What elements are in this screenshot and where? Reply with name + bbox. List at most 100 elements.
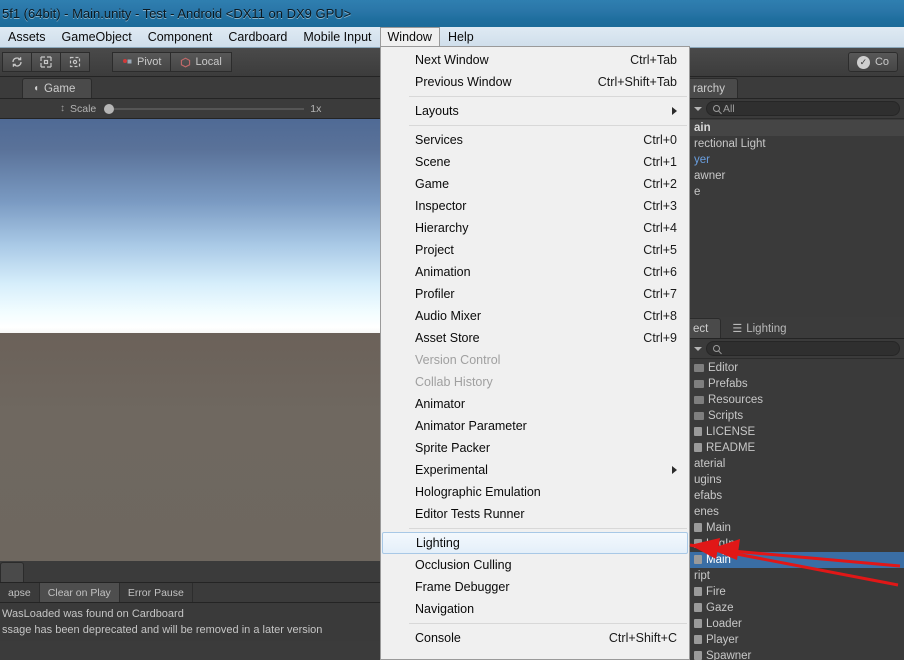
menu-item-label: Sprite Packer xyxy=(415,441,491,455)
menu-item-previous-window[interactable]: Previous Window Ctrl+Shift+Tab xyxy=(381,71,689,93)
menu-assets[interactable]: Assets xyxy=(0,27,54,47)
menu-item-inspector[interactable]: Inspector Ctrl+3 xyxy=(381,195,689,217)
menu-item-project[interactable]: Project Ctrl+5 xyxy=(381,239,689,261)
menu-item-label: Next Window xyxy=(415,53,489,67)
hierarchy-panel: rarchy All ain rectional Light yer awner… xyxy=(672,77,904,317)
menu-item-animator[interactable]: Animator xyxy=(381,393,689,415)
project-item-plugins[interactable]: ugins xyxy=(690,472,904,488)
project-item-loader[interactable]: Loader xyxy=(690,616,904,632)
project-item-script[interactable]: ript xyxy=(690,568,904,584)
menu-item-shortcut: Ctrl+Shift+C xyxy=(608,631,677,645)
project-item-scripts[interactable]: Scripts xyxy=(690,408,904,424)
hierarchy-search-input[interactable]: All xyxy=(706,101,900,116)
menu-item-services[interactable]: Services Ctrl+0 xyxy=(381,129,689,151)
menu-item-audio-mixer[interactable]: Audio Mixer Ctrl+8 xyxy=(381,305,689,327)
menu-item-lighting[interactable]: Lighting xyxy=(382,532,688,554)
menu-item-editor-tests-runner[interactable]: Editor Tests Runner xyxy=(381,503,689,525)
scale-slider[interactable] xyxy=(104,103,305,114)
project-item-login[interactable]: LogIn xyxy=(690,536,904,552)
menu-item-console[interactable]: Console Ctrl+Shift+C xyxy=(381,627,689,649)
menu-item-navigation[interactable]: Navigation xyxy=(381,598,689,620)
chevron-right-icon xyxy=(672,107,677,115)
project-tabstrip: ect ☰ Lighting xyxy=(670,317,904,339)
project-item-main-scene[interactable]: Main xyxy=(690,520,904,536)
project-item-material[interactable]: aterial xyxy=(690,456,904,472)
collab-button[interactable]: ✓ Co xyxy=(847,52,898,72)
project-item-license[interactable]: LICENSE xyxy=(690,424,904,440)
project-item-fire[interactable]: Fire xyxy=(690,584,904,600)
menu-item-label: Project xyxy=(415,243,454,257)
tab-game[interactable]: ◖ Game xyxy=(22,78,93,98)
menu-gameobject[interactable]: GameObject xyxy=(54,27,140,47)
tab-console[interactable] xyxy=(0,562,24,582)
project-item-prefabs[interactable]: Prefabs xyxy=(690,376,904,392)
rect-tool-icon[interactable] xyxy=(60,52,90,72)
hierarchy-item-plane[interactable]: e xyxy=(690,184,904,200)
file-icon xyxy=(694,427,702,436)
menu-item-game[interactable]: Game Ctrl+2 xyxy=(381,173,689,195)
menu-item-collab-history: Collab History xyxy=(381,371,689,393)
project-item-scenes[interactable]: enes xyxy=(690,504,904,520)
project-item-prefabs-2[interactable]: efabs xyxy=(690,488,904,504)
scale-slider-knob[interactable] xyxy=(104,103,115,114)
collab-label: Co xyxy=(874,56,889,68)
menu-item-animation[interactable]: Animation Ctrl+6 xyxy=(381,261,689,283)
menu-item-animator-parameter[interactable]: Animator Parameter xyxy=(381,415,689,437)
menu-item-shortcut: Ctrl+0 xyxy=(643,133,677,147)
menu-cardboard[interactable]: Cardboard xyxy=(220,27,295,47)
menu-component[interactable]: Component xyxy=(140,27,221,47)
cube-icon xyxy=(181,57,191,68)
chevron-right-icon xyxy=(672,466,677,474)
project-item-player[interactable]: Player xyxy=(690,632,904,648)
menu-separator xyxy=(409,528,687,529)
menu-item-shortcut: Ctrl+8 xyxy=(643,309,677,323)
menu-item-asset-store[interactable]: Asset Store Ctrl+9 xyxy=(381,327,689,349)
menu-window[interactable]: Window xyxy=(379,27,440,47)
menu-item-label: Experimental xyxy=(415,463,488,477)
hierarchy-item-main[interactable]: ain xyxy=(690,120,904,136)
project-search-input[interactable] xyxy=(706,341,900,356)
check-icon: ✓ xyxy=(856,55,870,69)
menu-mobile-input[interactable]: Mobile Input xyxy=(295,27,379,47)
menu-item-holographic-emulation[interactable]: Holographic Emulation xyxy=(381,481,689,503)
menu-item-label: Profiler xyxy=(415,287,455,301)
pivot-button[interactable]: Pivot xyxy=(112,52,172,72)
local-label: Local xyxy=(195,56,222,68)
menu-item-profiler[interactable]: Profiler Ctrl+7 xyxy=(381,283,689,305)
title-bar: 5f1 (64bit) - Main.unity - Test - Androi… xyxy=(0,0,904,27)
menu-item-hierarchy[interactable]: Hierarchy Ctrl+4 xyxy=(381,217,689,239)
menu-item-layouts[interactable]: Layouts xyxy=(381,100,689,122)
hierarchy-item-directional-light[interactable]: rectional Light xyxy=(690,136,904,152)
project-item-spawner[interactable]: Spawner xyxy=(690,648,904,660)
tab-lighting[interactable]: ☰ Lighting xyxy=(721,318,798,338)
menu-item-experimental[interactable]: Experimental xyxy=(381,459,689,481)
menu-item-occlusion-culling[interactable]: Occlusion Culling xyxy=(381,554,689,576)
collapse-button[interactable]: apse xyxy=(0,583,40,602)
lighting-icon: ☰ xyxy=(732,323,742,335)
menu-help[interactable]: Help xyxy=(440,27,482,47)
project-item-readme[interactable]: README xyxy=(690,440,904,456)
folder-icon xyxy=(694,396,704,404)
rotate-tool-icon[interactable] xyxy=(2,52,32,72)
error-pause-button[interactable]: Error Pause xyxy=(120,583,193,602)
window-title: 5f1 (64bit) - Main.unity - Test - Androi… xyxy=(2,6,352,21)
clear-on-play-button[interactable]: Clear on Play xyxy=(39,583,120,602)
project-item-label: Spawner xyxy=(706,650,752,660)
chevron-down-icon[interactable] xyxy=(694,346,702,351)
local-button[interactable]: Local xyxy=(170,52,232,72)
project-item-editor[interactable]: Editor xyxy=(690,360,904,376)
menu-item-label: Scene xyxy=(415,155,451,169)
hierarchy-item-spawner[interactable]: awner xyxy=(690,168,904,184)
menu-item-next-window[interactable]: Next Window Ctrl+Tab xyxy=(381,49,689,71)
scale-tool-icon[interactable] xyxy=(31,52,61,72)
menu-item-frame-debugger[interactable]: Frame Debugger xyxy=(381,576,689,598)
project-item-resources[interactable]: Resources xyxy=(690,392,904,408)
menu-item-scene[interactable]: Scene Ctrl+1 xyxy=(381,151,689,173)
project-item-label: Player xyxy=(706,634,739,646)
stepper-icon[interactable]: ↕ xyxy=(60,103,65,114)
hierarchy-item-player[interactable]: yer xyxy=(690,152,904,168)
project-item-main-selected[interactable]: Main xyxy=(690,552,904,568)
project-item-gaze[interactable]: Gaze xyxy=(690,600,904,616)
chevron-down-icon[interactable] xyxy=(694,106,702,111)
menu-item-sprite-packer[interactable]: Sprite Packer xyxy=(381,437,689,459)
